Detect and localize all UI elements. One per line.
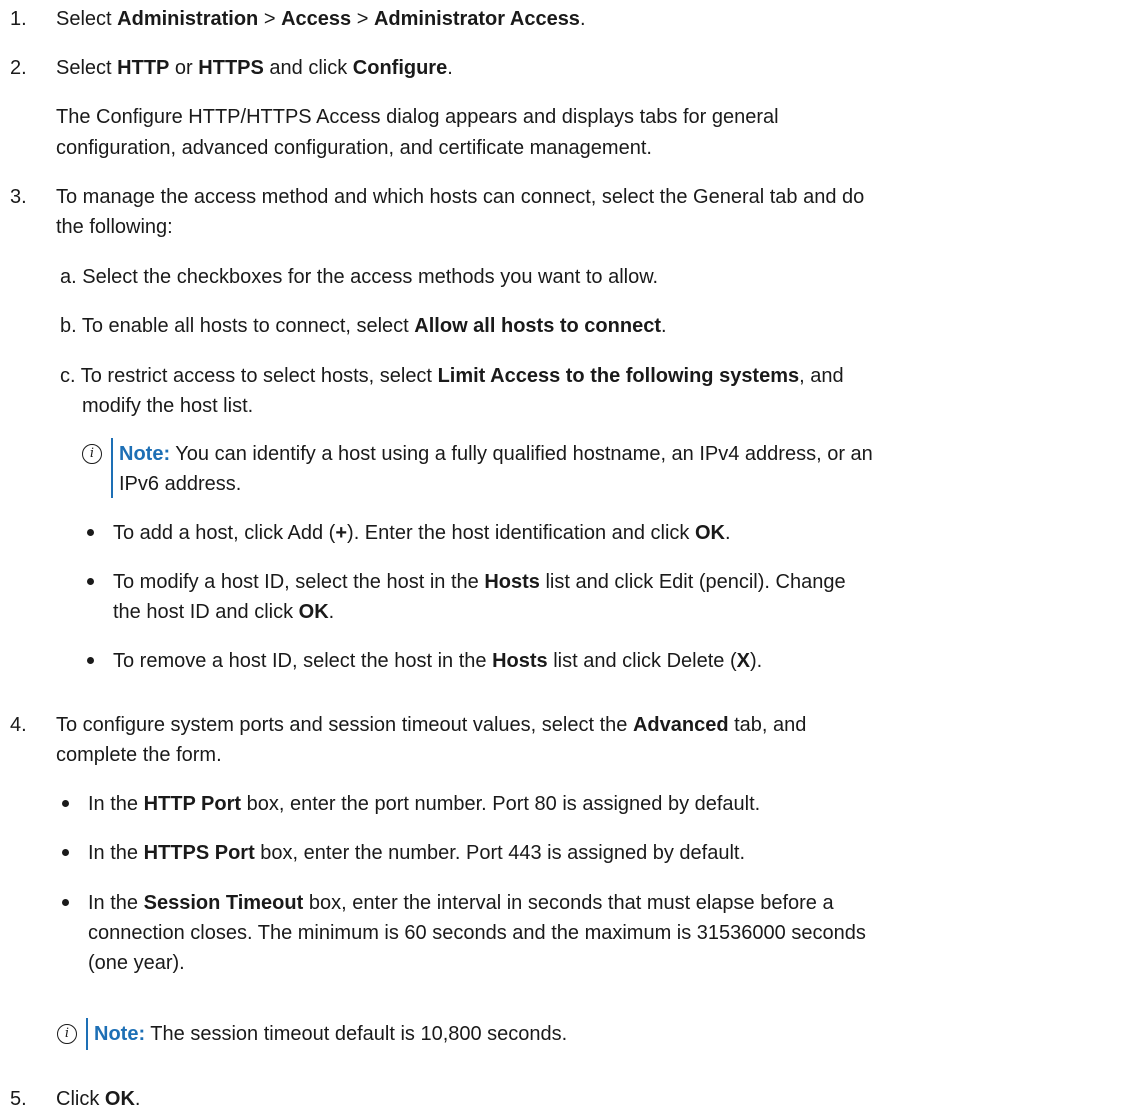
substep-c-line-1: c. To restrict access to select hosts, s… [60, 365, 844, 387]
step-4-line-2: complete the form. [56, 744, 222, 766]
note-line-1: Note: You can identify a host using a fu… [119, 443, 873, 465]
bullet-dot [62, 849, 69, 856]
bullet-session-timeout-line-2: connection closes. The minimum is 60 sec… [88, 922, 866, 944]
bullet-session-timeout-line-1: In the Session Timeout box, enter the in… [88, 892, 834, 914]
bullet-dot [62, 800, 69, 807]
note-session-timeout-default: Note: The session timeout default is 10,… [94, 1023, 568, 1045]
step-number: 4. [10, 714, 27, 736]
step-number: 2. [10, 57, 27, 79]
step-3-line-2: the following: [56, 216, 173, 238]
bullet-dot [87, 657, 94, 664]
step-number: 5. [10, 1088, 27, 1110]
bullet-modify-host-line-1: To modify a host ID, select the host in … [113, 571, 846, 593]
substep-c-line-2: modify the host list. [82, 395, 254, 417]
bullet-http-port: In the HTTP Port box, enter the port num… [88, 793, 761, 815]
info-icon: i [57, 1024, 77, 1044]
step-5-text: Click OK. [56, 1088, 141, 1110]
bullet-dot [87, 529, 94, 536]
step-1-text: Select Administration > Access > Adminis… [56, 8, 586, 30]
bullet-session-timeout-line-3: (one year). [88, 952, 185, 974]
step-2-text: Select HTTP or HTTPS and click Configure… [56, 57, 453, 79]
bullet-https-port: In the HTTPS Port box, enter the number.… [88, 842, 746, 864]
step-number: 3. [10, 186, 27, 208]
substep-a: a. Select the checkboxes for the access … [60, 266, 659, 288]
bullet-dot [87, 578, 94, 585]
step-3-line-1: To manage the access method and which ho… [56, 186, 865, 208]
note-divider [86, 1018, 88, 1050]
step-2-result-line-1: The Configure HTTP/HTTPS Access dialog a… [56, 106, 779, 128]
bullet-add-host: To add a host, click Add (+). Enter the … [113, 522, 731, 544]
step-2-result-line-2: configuration, advanced configuration, a… [56, 137, 652, 159]
bullet-dot [62, 899, 69, 906]
bullet-modify-host-line-2: the host ID and click OK. [113, 601, 335, 623]
info-icon: i [82, 444, 102, 464]
substep-b: b. To enable all hosts to connect, selec… [60, 315, 667, 337]
step-4-line-1: To configure system ports and session ti… [56, 714, 807, 736]
note-divider [111, 438, 113, 498]
step-number: 1. [10, 8, 27, 30]
bullet-remove-host: To remove a host ID, select the host in … [113, 650, 763, 672]
note-line-2: IPv6 address. [119, 473, 242, 495]
